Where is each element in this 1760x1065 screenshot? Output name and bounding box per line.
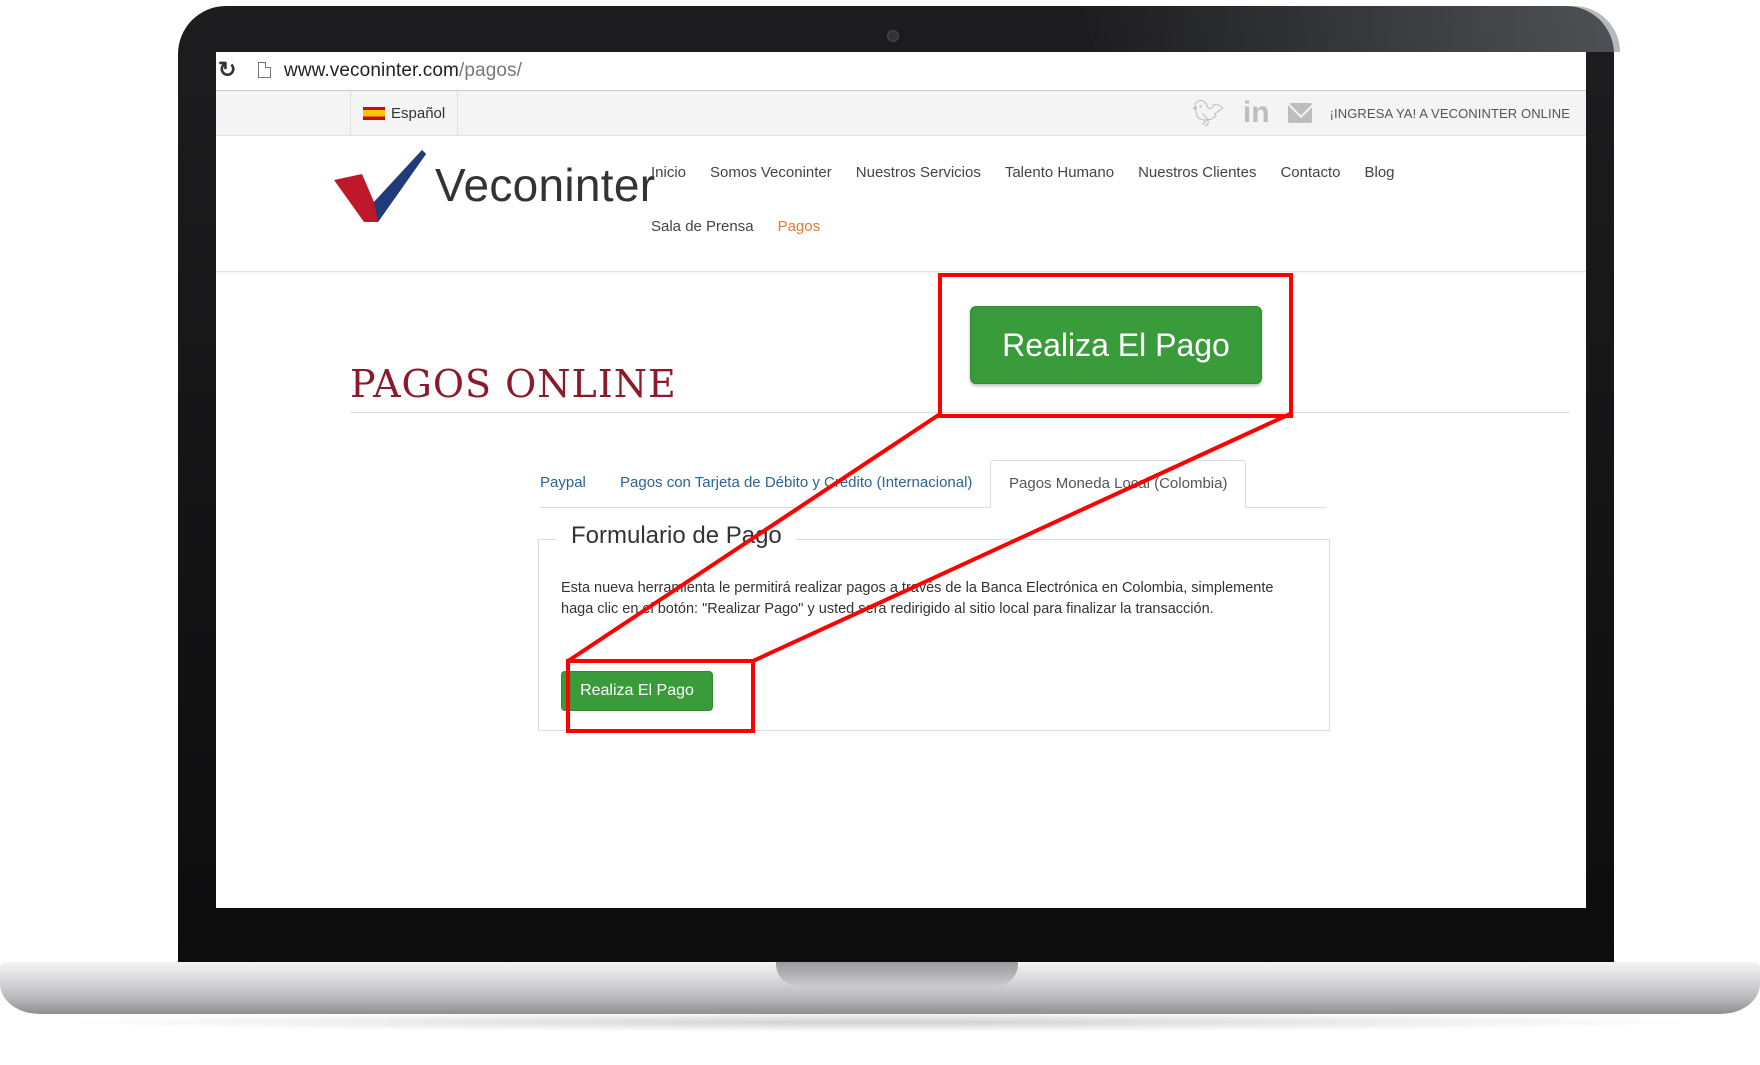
nav-item-pagos[interactable]: Pagos [778,218,821,235]
zoomed-realiza-pago-button[interactable]: Realiza El Pago [970,306,1262,384]
top-utility-bar: Español 🐦︎ in ¡INGRESA YA! A VECONINTER … [216,91,1586,136]
title-divider [350,412,1570,413]
bezel-glare [1080,6,1620,52]
language-label: Español [391,104,446,122]
camera-icon [887,30,899,42]
nav-item-blog[interactable]: Blog [1365,164,1395,181]
page-icon [258,62,271,78]
linkedin-icon[interactable]: in [1243,98,1270,128]
url-path: /pagos/ [458,60,523,81]
address-bar: ↻ www.veconinter.com/pagos/ [216,52,1586,91]
reload-icon[interactable]: ↻ [218,58,236,82]
nav-item-sala-de-prensa[interactable]: Sala de Prensa [651,218,754,235]
laptop-shadow [40,1012,1720,1032]
site-header: Veconinter Inicio Somos Veconinter Nuest… [216,136,1586,272]
payment-tabs: Paypal Pagos con Tarjeta de Débito y Cré… [540,460,1326,508]
main-nav-row-1: Inicio Somos Veconinter Nuestros Servici… [651,164,1395,181]
nav-item-somos-veconinter[interactable]: Somos Veconinter [710,164,832,181]
veconinter-logo-icon [334,150,426,222]
laptop-notch [776,962,1018,986]
language-selector[interactable]: Español [350,91,459,135]
tab-paypal[interactable]: Paypal [540,460,586,506]
tab-moneda-local[interactable]: Pagos Moneda Local (Colombia) [990,460,1247,508]
tab-tarjeta-internacional[interactable]: Pagos con Tarjeta de Débito y Crédito (I… [620,460,972,506]
online-login-link[interactable]: ¡INGRESA YA! A VECONINTER ONLINE [1330,106,1570,121]
nav-item-inicio[interactable]: Inicio [651,164,686,181]
url-host: www.veconinter.com [284,60,459,81]
logo-text[interactable]: Veconinter [435,158,655,212]
realiza-pago-button[interactable]: Realiza El Pago [561,671,713,711]
nav-item-contacto[interactable]: Contacto [1280,164,1340,181]
form-description: Esta nueva herramienta le permitirá real… [561,580,1274,617]
form-legend: Formulario de Pago [557,522,796,550]
url-field[interactable]: www.veconinter.com/pagos/ [284,59,522,83]
payment-form: Formulario de Pago Esta nueva herramient… [538,522,1330,731]
nav-item-talento-humano[interactable]: Talento Humano [1005,164,1114,181]
laptop-screen: ↻ www.veconinter.com/pagos/ Español 🐦︎ i… [216,52,1586,908]
nav-item-nuestros-servicios[interactable]: Nuestros Servicios [856,164,981,181]
nav-item-nuestros-clientes[interactable]: Nuestros Clientes [1138,164,1256,181]
main-nav-row-2: Sala de Prensa Pagos [651,218,820,235]
spain-flag-icon [363,106,385,120]
page-title: PAGOS ONLINE [350,362,677,406]
social-links: 🐦︎ in ¡INGRESA YA! A VECONINTER ONLINE [1192,91,1570,135]
twitter-icon[interactable]: 🐦︎ [1192,100,1225,126]
mail-icon[interactable] [1287,103,1312,123]
